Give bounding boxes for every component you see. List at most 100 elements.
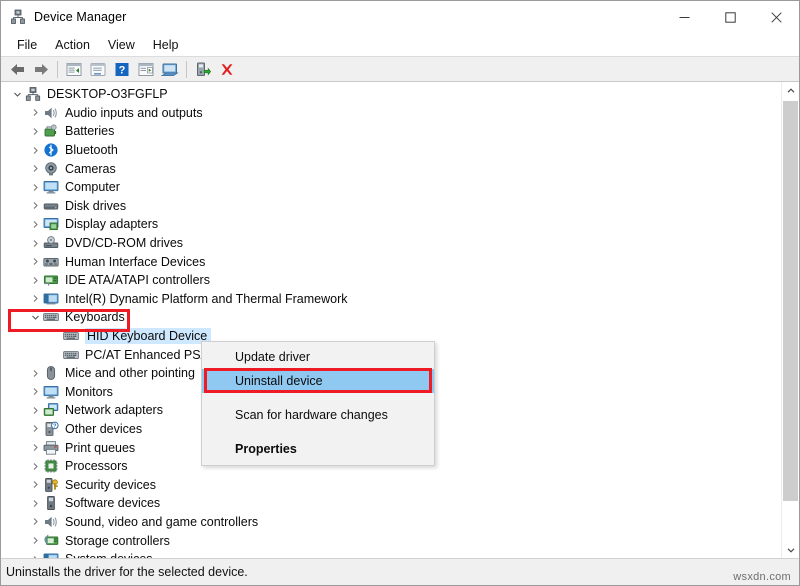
thermal-framework-icon (43, 291, 60, 307)
menu-view[interactable]: View (99, 36, 144, 54)
monitor-icon (43, 384, 60, 400)
chevron-right-icon[interactable] (27, 517, 43, 526)
tree-item-dvd-cd-rom-drives[interactable]: DVD/CD-ROM drives (1, 234, 781, 253)
scroll-down-icon[interactable] (782, 541, 799, 558)
uninstall-device-icon[interactable] (215, 58, 239, 80)
computer-root-icon (25, 86, 42, 102)
chevron-right-icon[interactable] (27, 257, 43, 266)
display-adapter-icon (43, 216, 60, 232)
maximize-button[interactable] (707, 1, 753, 33)
help-icon[interactable]: ? (110, 58, 134, 80)
tree-item-ide-ata-atapi-controllers[interactable]: IDE ATA/ATAPI controllers (1, 271, 781, 290)
close-button[interactable] (753, 1, 799, 33)
chevron-right-icon[interactable] (27, 536, 43, 545)
tree-item-audio-inputs-and-outputs[interactable]: Audio inputs and outputs (1, 104, 781, 123)
watermark: wsxdn.com (733, 571, 791, 583)
context-menu-item-scan-for-hardware-changes[interactable]: Scan for hardware changes (202, 403, 434, 427)
scrollbar-thumb[interactable] (783, 101, 798, 501)
tree-item-label: IDE ATA/ATAPI controllers (65, 273, 214, 287)
window-controls (661, 1, 799, 33)
context-menu-item-properties[interactable]: Properties (202, 437, 434, 461)
tree-item-cameras[interactable]: Cameras (1, 159, 781, 178)
tree-item-label: DVD/CD-ROM drives (65, 236, 187, 250)
tree-item-intel-r-dynamic-platform-and-thermal-framework[interactable]: Intel(R) Dynamic Platform and Thermal Fr… (1, 290, 781, 309)
chevron-right-icon[interactable] (27, 294, 43, 303)
chevron-right-icon[interactable] (27, 387, 43, 396)
tree-item-label: Disk drives (65, 199, 130, 213)
chevron-right-icon[interactable] (27, 499, 43, 508)
menu-help[interactable]: Help (144, 36, 188, 54)
tree-item-label: Keyboards (65, 310, 129, 324)
software-device-icon (43, 495, 60, 511)
chevron-right-icon[interactable] (27, 220, 43, 229)
tree-item-label: Display adapters (65, 217, 162, 231)
chevron-right-icon[interactable] (27, 146, 43, 155)
speaker-icon (43, 514, 60, 530)
chevron-right-icon[interactable] (27, 239, 43, 248)
chevron-right-icon[interactable] (27, 201, 43, 210)
tree-item-label: HID Keyboard Device (85, 328, 211, 344)
tree-item-label: DESKTOP-O3FGFLP (47, 87, 172, 101)
chevron-right-icon[interactable] (27, 406, 43, 415)
context-menu-item-uninstall-device[interactable]: Uninstall device (202, 369, 434, 393)
chevron-down-icon[interactable] (9, 90, 25, 99)
tree-item-sound-video-and-game-controllers[interactable]: Sound, video and game controllers (1, 513, 781, 532)
update-driver-icon[interactable] (134, 58, 158, 80)
tree-item-disk-drives[interactable]: Disk drives (1, 197, 781, 216)
vertical-scrollbar[interactable] (781, 82, 799, 558)
context-menu[interactable]: Update driver Uninstall device Scan for … (201, 341, 435, 466)
menu-action[interactable]: Action (46, 36, 99, 54)
printer-icon (43, 440, 60, 456)
tree-item-label: Print queues (65, 441, 139, 455)
tree-item-label: Network adapters (65, 403, 167, 417)
chevron-right-icon[interactable] (27, 276, 43, 285)
tree-item-display-adapters[interactable]: Display adapters (1, 215, 781, 234)
tree-item-label: Audio inputs and outputs (65, 106, 207, 120)
tree-item-computer[interactable]: Computer (1, 178, 781, 197)
tree-item-label: Cameras (65, 162, 120, 176)
scan-hardware-changes-icon[interactable] (158, 58, 182, 80)
menu-bar: File Action View Help (1, 33, 799, 56)
disk-drive-icon (43, 198, 60, 214)
chevron-right-icon[interactable] (27, 127, 43, 136)
menu-file[interactable]: File (8, 36, 46, 54)
chevron-right-icon[interactable] (27, 164, 43, 173)
chevron-right-icon[interactable] (27, 480, 43, 489)
chevron-down-icon[interactable] (27, 313, 43, 322)
enable-device-icon[interactable] (191, 58, 215, 80)
tree-item-label: Intel(R) Dynamic Platform and Thermal Fr… (65, 292, 351, 306)
tree-item-bluetooth[interactable]: Bluetooth (1, 141, 781, 160)
keyboard-icon (43, 309, 60, 325)
tree-item-storage-controllers[interactable]: Storage controllers (1, 531, 781, 550)
tree-item-keyboards[interactable]: Keyboards (1, 308, 781, 327)
status-bar: Uninstalls the driver for the selected d… (1, 558, 799, 585)
tree-item-label: Security devices (65, 478, 160, 492)
window-title: Device Manager (34, 10, 126, 24)
back-icon[interactable] (5, 58, 29, 80)
properties-icon[interactable] (62, 58, 86, 80)
show-hidden-devices-icon[interactable] (86, 58, 110, 80)
toolbar: ? (1, 56, 799, 82)
tree-item-security-devices[interactable]: Security devices (1, 475, 781, 494)
tree-item-desktop-root[interactable]: DESKTOP-O3FGFLP (1, 85, 781, 104)
tree-item-system-devices[interactable]: System devices (1, 550, 781, 558)
toolbar-separator (57, 61, 58, 78)
chevron-right-icon[interactable] (27, 443, 43, 452)
minimize-button[interactable] (661, 1, 707, 33)
chevron-right-icon[interactable] (27, 424, 43, 433)
tree-item-software-devices[interactable]: Software devices (1, 494, 781, 513)
tree-item-batteries[interactable]: Batteries (1, 122, 781, 141)
chevron-right-icon[interactable] (27, 462, 43, 471)
device-tree-panel: DESKTOP-O3FGFLP Audio inputs and outputs… (1, 82, 799, 558)
chevron-right-icon[interactable] (27, 108, 43, 117)
tree-item-human-interface-devices[interactable]: Human Interface Devices (1, 252, 781, 271)
chevron-right-icon[interactable] (27, 369, 43, 378)
device-tree[interactable]: DESKTOP-O3FGFLP Audio inputs and outputs… (1, 82, 781, 558)
scroll-up-icon[interactable] (782, 82, 799, 99)
speaker-icon (43, 105, 60, 121)
context-menu-item-update-driver[interactable]: Update driver (202, 345, 434, 369)
context-menu-separator (202, 427, 434, 437)
status-text: Uninstalls the driver for the selected d… (6, 565, 248, 579)
chevron-right-icon[interactable] (27, 183, 43, 192)
forward-icon[interactable] (29, 58, 53, 80)
